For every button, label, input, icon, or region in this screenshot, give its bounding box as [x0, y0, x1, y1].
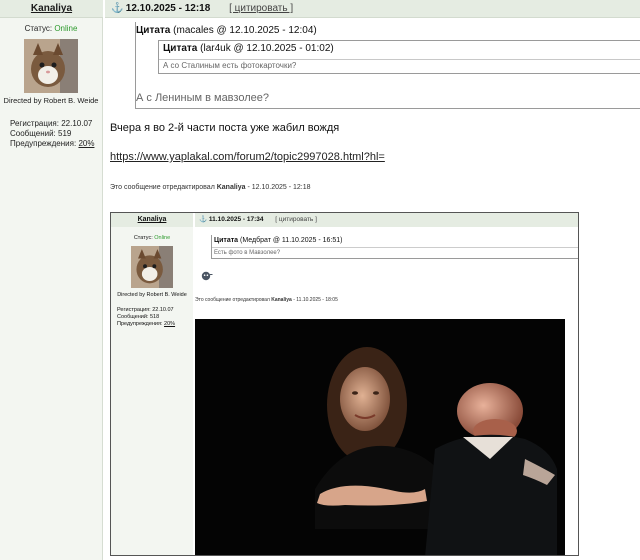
quote-outer-header: Цитата (macales @ 12.10.2025 - 12:04)	[136, 25, 317, 36]
embed-quote-author: (Медбрат @ 11.10.2025 - 16:51)	[240, 237, 343, 244]
warnings-link[interactable]: 20%	[78, 139, 94, 148]
embed-warnings-label: Предупреждения:	[117, 321, 163, 327]
embed-edit-suffix: - 11.10.2025 - 18:05	[293, 297, 338, 303]
embed-post-meta: ⚓ 11.10.2025 - 17:34 [ цитировать ]	[195, 213, 578, 227]
embed-user-column: Статус: Online Directed by Robert B. Wei…	[111, 227, 193, 555]
embed-registration: Регистрация: 22.10.07	[117, 307, 174, 313]
embedded-screenshot[interactable]: Kanaliya ⚓ 11.10.2025 - 17:34 [ цитирова…	[110, 212, 579, 556]
username-link[interactable]: Kanaliya	[31, 3, 72, 14]
embed-username-cell: Kanaliya	[111, 213, 193, 227]
message-count: Сообщений: 519	[10, 129, 72, 138]
user-info-column: Статус: Online Directed by Robert B. Wei…	[0, 18, 103, 560]
post-date: 12.10.2025 - 12:18	[125, 3, 211, 14]
photo-scene	[195, 319, 565, 555]
post-header: Kanaliya ⚓ 12.10.2025 - 12:18 [ цитирова…	[0, 0, 640, 18]
embed-messages: Сообщений: 518	[117, 314, 160, 320]
post-meta: ⚓ 12.10.2025 - 12:18 [ цитировать ]	[105, 0, 640, 18]
embed-signature: Directed by Robert B. Weide	[117, 292, 187, 298]
cite-button[interactable]: [ цитировать ]	[229, 3, 293, 14]
user-status: Статус: Online	[0, 24, 102, 33]
status-label: Статус:	[24, 24, 53, 33]
embed-date: 11.10.2025 - 17:34	[208, 216, 264, 223]
quote-inner-text: А со Сталиным есть фотокарточки?	[159, 59, 640, 72]
quote-block-inner: Цитата (lar4uk @ 12.10.2025 - 01:02) А с…	[158, 40, 640, 74]
anchor-icon[interactable]: ⚓	[111, 0, 123, 18]
user-stats: Регистрация: 22.10.07 Сообщений: 519 Пре…	[0, 119, 102, 149]
edit-user: Kanaliya	[216, 184, 246, 191]
post-body-text: Вчера я во 2-й части поста уже жабил вож…	[110, 122, 340, 134]
username-cell: Kanaliya	[0, 0, 103, 18]
cat-avatar-image	[24, 39, 78, 93]
quote-label: Цитата	[163, 43, 198, 54]
status-online: Online	[54, 24, 78, 33]
dark-photo	[195, 319, 565, 555]
quote-inner-header: Цитата (lar4uk @ 12.10.2025 - 01:02)	[163, 43, 334, 54]
embed-status: Статус: Online	[111, 235, 193, 241]
embed-quote-label: Цитата	[214, 237, 239, 244]
embed-avatar	[131, 246, 173, 288]
embed-stats: Регистрация: 22.10.07 Сообщений: 518 Пре…	[111, 307, 193, 328]
embed-edit-note: Это сообщение отредактировал Kanaliya - …	[195, 297, 338, 303]
embed-username: Kanaliya	[137, 216, 167, 223]
quote-author: (lar4uk @ 12.10.2025 - 01:02)	[200, 43, 334, 54]
embed-warnings: Предупреждения: 20%	[117, 321, 193, 328]
edit-suffix: - 12.10.2025 - 12:18	[247, 184, 311, 191]
cite-link[interactable]: [ цитировать ]	[229, 3, 293, 14]
warnings: Предупреждения: 20%	[10, 139, 102, 149]
edit-note: Это сообщение отредактировал Kanaliya - …	[110, 184, 311, 191]
embed-cite: [ цитировать ]	[275, 216, 317, 223]
embed-quote-text: Есть фото в Мавзолее?	[212, 247, 578, 259]
topic-link[interactable]: https://www.yaplakal.com/forum2/topic299…	[110, 151, 385, 163]
quote-author: (macales @ 12.10.2025 - 12:04)	[173, 25, 317, 36]
post-link: https://www.yaplakal.com/forum2/topic299…	[110, 151, 385, 163]
embed-quote-header: Цитата (Медбрат @ 11.10.2025 - 16:51)	[214, 237, 343, 244]
edit-prefix: Это сообщение отредактировал	[110, 184, 215, 191]
quote-outer-text: А с Лениным в мавзолее?	[136, 92, 269, 104]
registration-date: Регистрация: 22.10.07	[10, 119, 93, 128]
quote-label: Цитата	[136, 25, 171, 36]
embed-edit-prefix: Это сообщение отредактировал	[195, 297, 270, 303]
warnings-label: Предупреждения:	[10, 139, 77, 148]
embed-warnings-value: 20%	[164, 321, 176, 327]
quote-block-outer: Цитата (macales @ 12.10.2025 - 12:04) Ци…	[135, 22, 640, 109]
embed-cat-avatar-image	[131, 246, 173, 288]
smiley-icon	[201, 271, 213, 281]
avatar[interactable]	[24, 39, 78, 93]
embed-quote-block: Цитата (Медбрат @ 11.10.2025 - 16:51) Ес…	[211, 235, 578, 259]
user-signature: Directed by Robert B. Weide	[3, 96, 99, 105]
embed-status-online: Online	[154, 235, 171, 241]
embed-anchor-icon: ⚓	[199, 216, 208, 223]
embed-edit-user: Kanaliya	[271, 297, 292, 303]
embed-status-label: Статус:	[133, 235, 153, 241]
